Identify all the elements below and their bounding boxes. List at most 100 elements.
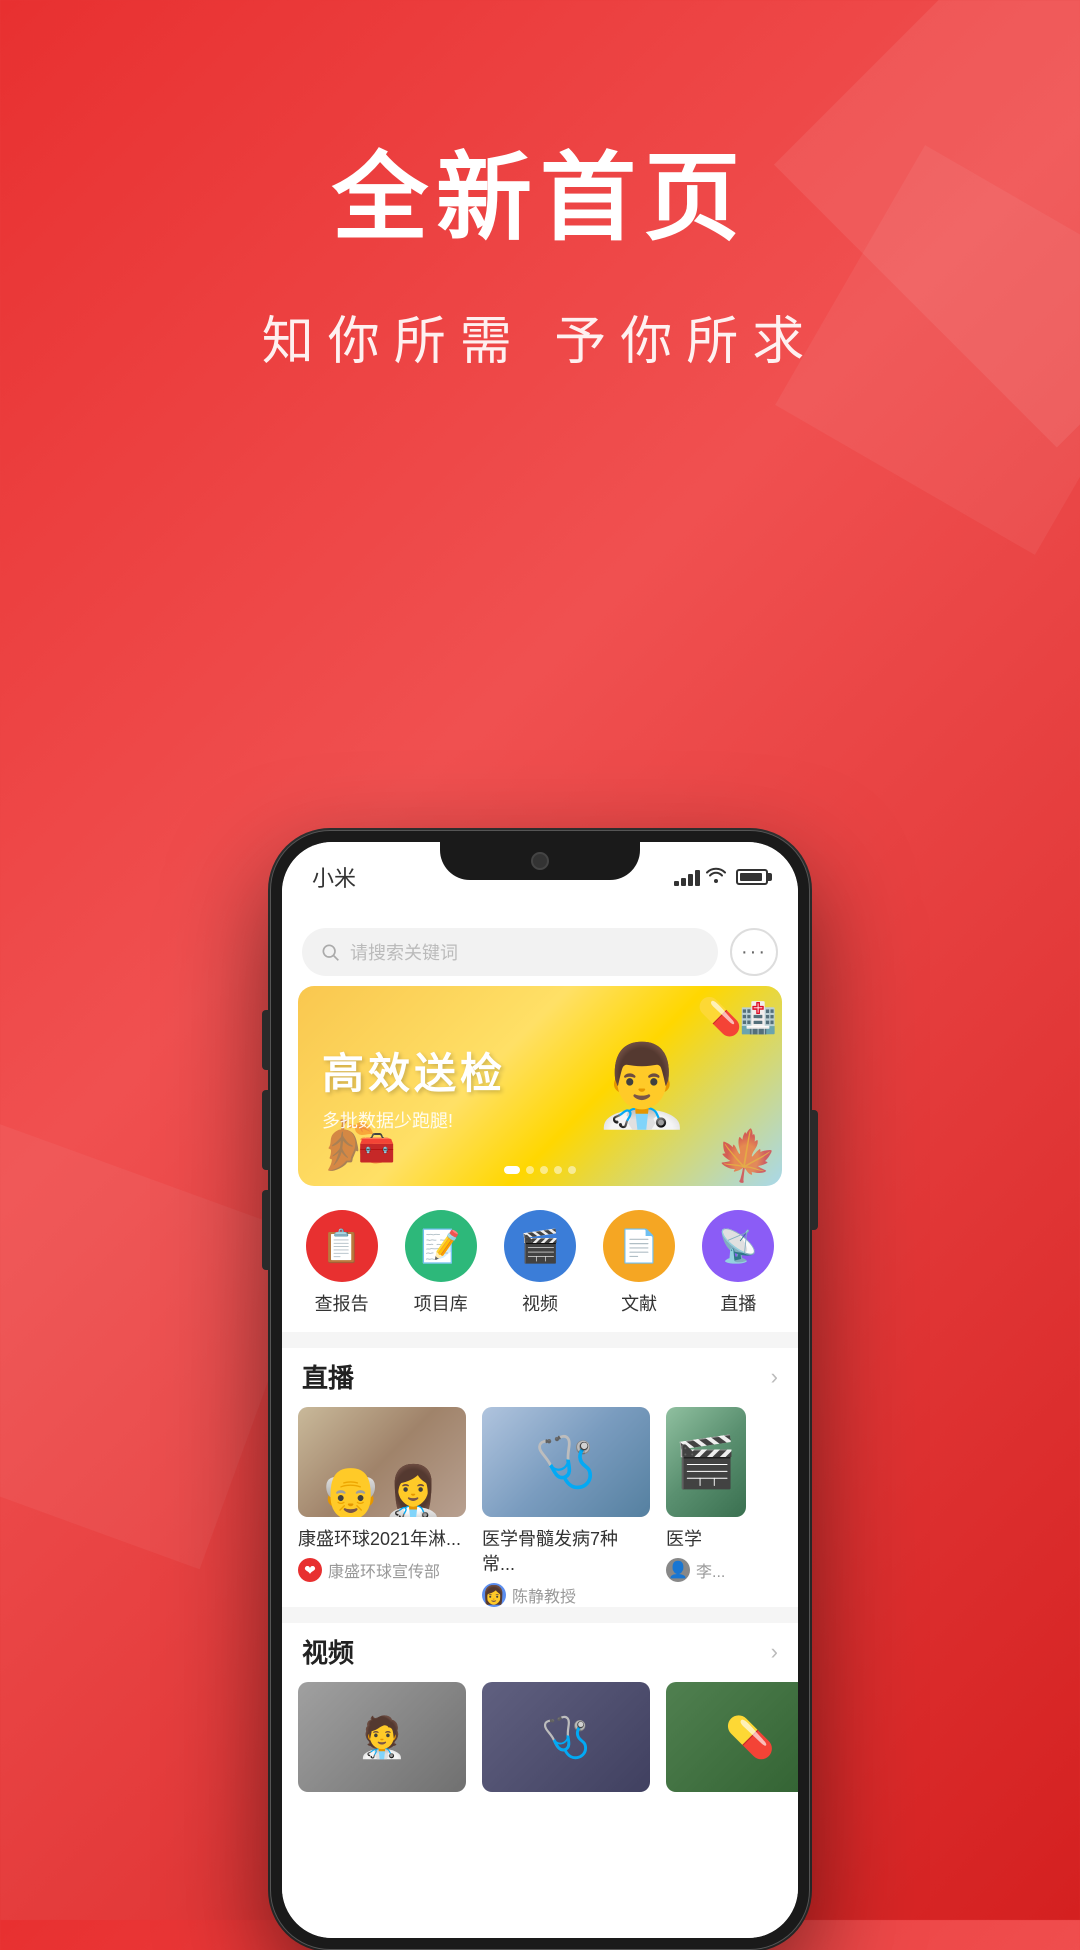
live-card-2[interactable]: 医学骨髓发病7种常... 👩 陈静教授 [482,1407,650,1607]
live-card-thumb-1 [298,1407,466,1517]
status-bar: 小米 [282,842,798,912]
live-section: 直播 › 康盛环球2021年淋... ❤ 康盛环球宣传部 [282,1348,798,1607]
video-thumb-image-2: 🩺 [482,1682,650,1792]
live-cards-row: 康盛环球2021年淋... ❤ 康盛环球宣传部 医学骨髓发病7种常... [282,1407,798,1607]
signal-bar-2 [681,878,686,886]
notch [440,842,640,880]
live-label: 直播 [720,1290,756,1316]
video-thumb-1: 🧑‍⚕️ [298,1682,466,1792]
signal-bar-3 [688,874,693,886]
author-avatar-3: 👤 [666,1558,690,1582]
video-thumb-image-1: 🧑‍⚕️ [298,1682,466,1792]
quick-item-video[interactable]: 🎬 视频 [504,1210,576,1316]
carrier-label: 小米 [312,861,356,893]
author-name-2: 陈静教授 [512,1583,576,1607]
app-content: 请搜索关键词 ··· 高效送检 多批数据少跑腿! [282,912,798,1938]
video-thumb-2: 🩺 [482,1682,650,1792]
video-icon-circle: 🎬 [504,1210,576,1282]
videos-section-title: 视频 [302,1633,354,1670]
thumb-people-image [298,1407,466,1517]
live-card-3[interactable]: 医学 👤 李... [666,1407,746,1607]
live-more-button[interactable]: › [771,1364,778,1390]
banner-content: 高效送检 多批数据少跑腿! 👨‍⚕️ 💊 🏥 [298,986,782,1186]
live-card-1[interactable]: 康盛环球2021年淋... ❤ 康盛环球宣传部 [298,1407,466,1607]
banner-dot-1 [504,1166,520,1174]
quick-access-bar: 📋 查报告 📝 项目库 🎬 视频 [282,1202,798,1332]
live-broadcast-icon: 📡 [718,1227,758,1265]
video-label: 视频 [522,1290,558,1316]
project-label: 项目库 [414,1290,468,1316]
search-area: 请搜索关键词 ··· [282,912,798,986]
wifi-icon [706,867,726,888]
live-card-author-3: 👤 李... [666,1558,746,1582]
live-card-author-2: 👩 陈静教授 [482,1583,650,1607]
literature-icon: 📄 [619,1227,659,1265]
banner-subtitle: 多批数据少跑腿! [322,1107,506,1133]
author-name-3: 李... [696,1558,725,1582]
live-card-title-1: 康盛环球2021年淋... [298,1527,466,1552]
doctor-illustration: 👨‍⚕️ [592,1046,692,1126]
video-card-3[interactable]: 💊 [666,1682,798,1792]
phone-outer-frame: 小米 [270,830,810,1950]
banner-dot-2 [526,1166,534,1174]
more-dots-icon: ··· [741,941,767,964]
author-name-1: 康盛环球宣传部 [328,1558,440,1582]
volume-up-button [262,1090,270,1170]
battery-icon [736,869,768,885]
volume-down-button [262,1190,270,1270]
quick-item-project[interactable]: 📝 项目库 [405,1210,477,1316]
more-button[interactable]: ··· [730,928,778,976]
volume-mute-button [262,1010,270,1070]
live-card-thumb-2 [482,1407,650,1517]
quick-item-live[interactable]: 📡 直播 [702,1210,774,1316]
live-card-title-3: 医学 [666,1527,746,1552]
camera [531,852,549,870]
live-card-title-2: 医学骨髓发病7种常... [482,1527,650,1577]
signal-bar-4 [695,870,700,886]
report-label: 查报告 [315,1290,369,1316]
signal-icon [674,868,700,886]
video-card-1[interactable]: 🧑‍⚕️ [298,1682,466,1792]
signal-bar-1 [674,881,679,886]
video-cards-row: 🧑‍⚕️ 🩺 💊 [282,1682,798,1808]
banner-dot-3 [540,1166,548,1174]
author-avatar-2: 👩 [482,1583,506,1607]
live-section-title: 直播 [302,1358,354,1395]
leaf-right-icon: 🍁 [710,1122,782,1186]
hero-title: 全新首页 [0,120,1080,259]
author-avatar-1: ❤ [298,1558,322,1582]
search-input-wrapper[interactable]: 请搜索关键词 [302,928,718,976]
banner[interactable]: 高效送检 多批数据少跑腿! 👨‍⚕️ 💊 🏥 [298,986,782,1186]
live-section-header: 直播 › [282,1348,798,1407]
video-card-2[interactable]: 🩺 [482,1682,650,1792]
banner-dot-4 [554,1166,562,1174]
thumb-video-image [666,1407,746,1517]
section-divider-2 [282,1607,798,1623]
live-icon-circle: 📡 [702,1210,774,1282]
search-placeholder-text: 请搜索关键词 [350,939,458,965]
battery-fill [740,873,762,881]
search-icon [320,942,340,962]
banner-text: 高效送检 多批数据少跑腿! [298,1020,530,1153]
section-divider-1 [282,1332,798,1348]
video-thumb-3: 💊 [666,1682,798,1792]
videos-section: 视频 › 🧑‍⚕️ 🩺 [282,1623,798,1808]
medical-kit-icon: 🏥 [740,1001,777,1036]
live-card-author-1: ❤ 康盛环球宣传部 [298,1558,466,1582]
quick-item-literature[interactable]: 📄 文献 [603,1210,675,1316]
banner-dots [504,1166,576,1174]
project-icon-circle: 📝 [405,1210,477,1282]
power-button [810,1110,818,1230]
banner-title: 高效送检 [322,1040,506,1101]
quick-item-report[interactable]: 📋 查报告 [306,1210,378,1316]
project-icon: 📝 [421,1227,461,1265]
video-icon: 🎬 [520,1227,560,1265]
live-card-thumb-3 [666,1407,746,1517]
videos-section-header: 视频 › [282,1623,798,1682]
status-icons [674,867,768,888]
phone-mockup: 小米 [270,830,810,1950]
pills-icon: 💊 [697,996,742,1038]
videos-more-button[interactable]: › [771,1639,778,1665]
video-thumb-image-3: 💊 [666,1682,798,1792]
phone-screen: 小米 [282,842,798,1938]
